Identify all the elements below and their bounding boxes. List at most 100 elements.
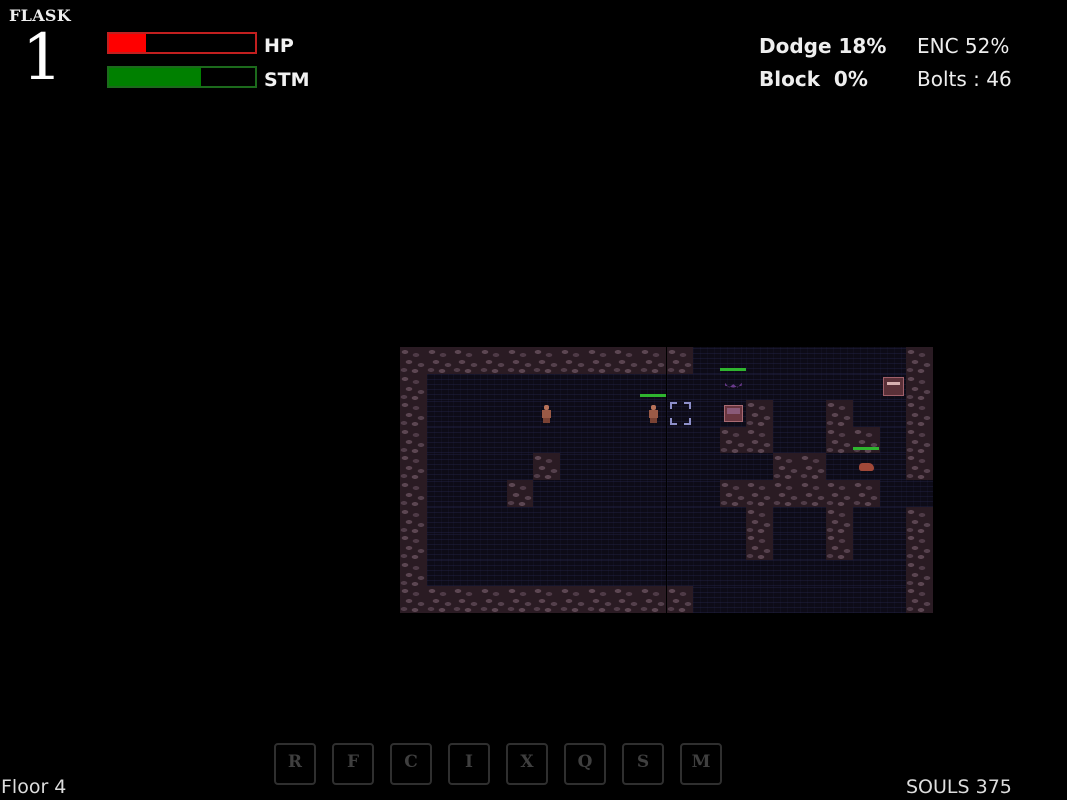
cursor-corner-icon	[669, 402, 677, 410]
block-stat: Block 0%	[759, 67, 868, 91]
crawler-icon	[859, 463, 875, 472]
floor-tile	[506, 559, 534, 587]
crawler-health-bar	[853, 447, 880, 451]
wall-tile	[559, 586, 587, 613]
wall-tile	[826, 426, 854, 454]
floor-tile	[693, 480, 720, 507]
floor-tile	[693, 586, 720, 613]
wall-tile	[559, 347, 587, 374]
floor-tile	[666, 559, 694, 587]
floor-tile	[453, 559, 480, 587]
floor-tile	[613, 533, 640, 560]
floor-tile	[773, 506, 800, 534]
floor-tile	[506, 400, 534, 427]
floor-tile	[853, 506, 880, 534]
floor-tile	[426, 506, 454, 534]
floor-tile	[693, 373, 720, 401]
floor-tile	[719, 586, 747, 613]
hotkey-q-button[interactable]: Q	[564, 743, 606, 785]
bat[interactable]	[719, 367, 747, 401]
floor-tile	[479, 373, 507, 401]
floor-tile	[479, 506, 507, 534]
floor-tile	[719, 533, 747, 560]
wall-tile	[586, 586, 614, 613]
floor-tile	[746, 453, 774, 480]
floor-tile	[586, 480, 614, 507]
hp-label: HP	[264, 35, 294, 57]
wall-tile	[400, 347, 427, 374]
flask-count: 1	[22, 21, 63, 95]
floor-tile	[853, 400, 880, 427]
floor-indicator: Floor 4	[1, 776, 67, 798]
floor-tile	[746, 347, 774, 374]
floor-tile	[506, 426, 534, 454]
floor-tile	[453, 373, 480, 401]
floor-tile	[426, 453, 454, 480]
souls-counter: SOULS 375	[906, 776, 1012, 798]
hotkey-r-button[interactable]: R	[274, 743, 316, 785]
floor-tile	[559, 533, 587, 560]
floor-tile	[719, 453, 747, 480]
wall-tile	[746, 400, 774, 427]
wall-tile	[479, 586, 507, 613]
mimic[interactable]	[880, 374, 907, 401]
bat-icon	[724, 382, 742, 388]
wall-tile	[613, 586, 640, 613]
wall-tile	[746, 480, 774, 507]
dungeon-map[interactable]	[400, 347, 933, 613]
floor-tile	[773, 400, 800, 427]
floor-tile	[799, 426, 827, 454]
floor-tile	[719, 559, 747, 587]
wall-tile	[586, 347, 614, 374]
floor-tile	[799, 533, 827, 560]
floor-tile	[533, 559, 560, 587]
floor-tile	[479, 453, 507, 480]
chest[interactable]	[720, 400, 747, 427]
floor-tile	[426, 373, 454, 401]
floor-tile	[666, 373, 694, 401]
crawler[interactable]	[853, 447, 880, 480]
floor-tile	[586, 373, 614, 401]
floor-tile	[479, 400, 507, 427]
wall-tile	[479, 347, 507, 374]
floor-tile	[799, 347, 827, 374]
floor-tile	[879, 559, 907, 587]
hp-bar	[107, 32, 257, 54]
hotkey-c-button[interactable]: C	[390, 743, 432, 785]
wall-tile	[826, 533, 854, 560]
floor-tile	[559, 426, 587, 454]
floor-tile	[853, 559, 880, 587]
floor-tile	[613, 506, 640, 534]
wall-tile	[400, 426, 427, 454]
floor-tile	[879, 480, 907, 507]
floor-tile	[613, 373, 640, 401]
wall-tile	[506, 480, 534, 507]
floor-tile	[906, 480, 933, 507]
wall-tile	[613, 347, 640, 374]
wall-tile	[799, 480, 827, 507]
floor-tile	[586, 533, 614, 560]
player[interactable]	[639, 394, 667, 427]
hotkey-s-button[interactable]: S	[622, 743, 664, 785]
floor-tile	[693, 506, 720, 534]
hotkey-x-button[interactable]: X	[506, 743, 548, 785]
hotkey-m-button[interactable]: M	[680, 743, 722, 785]
wall-tile	[400, 533, 427, 560]
hotkey-f-button[interactable]: F	[332, 743, 374, 785]
npc-hollow[interactable]	[533, 400, 560, 427]
wall-tile	[400, 373, 427, 401]
floor-tile	[533, 426, 560, 454]
wall-tile	[906, 453, 933, 480]
hotkey-i-button[interactable]: I	[448, 743, 490, 785]
floor-tile	[613, 453, 640, 480]
floor-tile	[773, 426, 800, 454]
floor-tile	[586, 506, 614, 534]
target-cursor[interactable]	[667, 400, 694, 427]
wall-tile	[906, 426, 933, 454]
floor-tile	[426, 480, 454, 507]
floor-tile	[639, 480, 667, 507]
wall-tile	[826, 400, 854, 427]
bat-health-bar	[719, 367, 746, 371]
floor-tile	[613, 400, 640, 427]
floor-tile	[479, 559, 507, 587]
